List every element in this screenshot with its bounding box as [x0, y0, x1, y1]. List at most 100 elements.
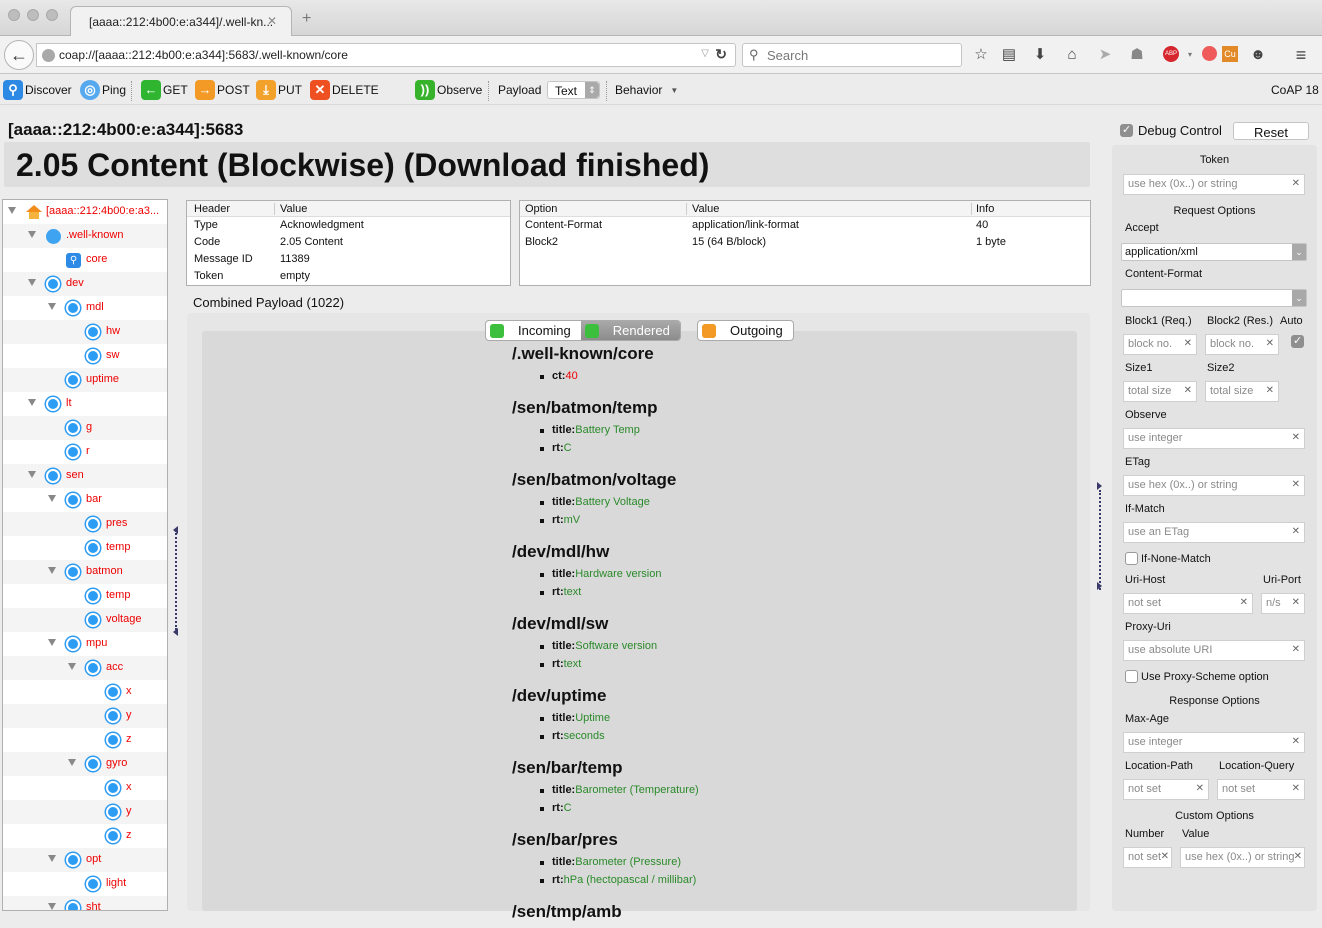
tree-item[interactable]: g — [3, 416, 167, 440]
tree-item[interactable]: lt — [3, 392, 167, 416]
minimize-window-button[interactable] — [27, 9, 39, 21]
block2-input[interactable]: block no. ✕ — [1205, 334, 1279, 355]
expand-triangle-icon[interactable] — [28, 231, 36, 238]
auto-checkbox[interactable] — [1291, 334, 1304, 348]
maximize-window-button[interactable] — [46, 9, 58, 21]
reading-list-icon[interactable]: ▤ — [1000, 46, 1018, 64]
new-tab-button[interactable]: + — [302, 10, 311, 28]
location-path-input[interactable]: not set ✕ — [1123, 779, 1209, 800]
tree-item[interactable]: sw — [3, 344, 167, 368]
tree-item[interactable]: ⚲ core — [3, 248, 167, 272]
tree-item[interactable]: uptime — [3, 368, 167, 392]
collapse-right-icon[interactable] — [1097, 582, 1102, 590]
expand-triangle-icon[interactable] — [68, 759, 76, 766]
search-input[interactable]: ⚲ Search — [742, 43, 962, 67]
observe-button[interactable]: )) Observe — [415, 79, 482, 101]
tree-item[interactable]: [aaaa::212:4b00:e:a3... — [3, 200, 167, 224]
debug-splitter-handle[interactable] — [1097, 482, 1103, 602]
observe-input[interactable]: use integer ✕ — [1123, 428, 1305, 449]
delete-button[interactable]: ✕ DELETE — [310, 79, 379, 101]
download-icon[interactable]: ⬇ — [1031, 46, 1049, 64]
bookmark-star-icon[interactable]: ☆ — [972, 46, 990, 64]
tree-item[interactable]: bar — [3, 488, 167, 512]
expand-triangle-icon[interactable] — [48, 855, 56, 862]
tree-item[interactable]: sht — [3, 896, 167, 910]
payload-format-select[interactable]: Text ⇕ — [547, 81, 600, 99]
tree-item[interactable]: r — [3, 440, 167, 464]
ping-button[interactable]: ◎ Ping — [80, 79, 126, 101]
tab-outgoing[interactable]: Outgoing — [698, 321, 793, 340]
expand-triangle-icon[interactable] — [28, 399, 36, 406]
tree-item[interactable]: opt — [3, 848, 167, 872]
token-input[interactable]: use hex (0x..) or string ✕ — [1123, 174, 1305, 195]
tree-item[interactable]: hw — [3, 320, 167, 344]
send-icon[interactable]: ➤ — [1096, 46, 1114, 64]
tree-item[interactable]: z — [3, 728, 167, 752]
clear-icon[interactable]: ✕ — [1293, 851, 1302, 862]
tree-item[interactable]: pres — [3, 512, 167, 536]
clear-icon[interactable]: ✕ — [1292, 644, 1300, 655]
custom-value-input[interactable]: use hex (0x..) or string ✕ — [1180, 847, 1305, 868]
tree-item[interactable]: temp — [3, 536, 167, 560]
expand-triangle-icon[interactable] — [48, 903, 56, 910]
url-bar[interactable]: coap://[aaaa::212:4b00:e:a344]:5683/.wel… — [36, 43, 736, 67]
put-button[interactable]: ⤓ PUT — [256, 79, 302, 101]
if-match-input[interactable]: use an ETag ✕ — [1123, 522, 1305, 543]
etag-input[interactable]: use hex (0x..) or string ✕ — [1123, 475, 1305, 496]
debug-control-checkbox[interactable] — [1120, 123, 1133, 137]
tree-item[interactable]: x — [3, 776, 167, 800]
if-none-match-checkbox[interactable] — [1125, 552, 1138, 565]
tree-item[interactable]: mdl — [3, 296, 167, 320]
post-button[interactable]: → POST — [195, 79, 250, 101]
clear-icon[interactable]: ✕ — [1184, 338, 1192, 349]
adblock-plus-icon[interactable]: ABP — [1163, 46, 1179, 62]
tree-item[interactable]: temp — [3, 584, 167, 608]
behavior-menu[interactable]: Behavior ▼ — [615, 79, 678, 101]
collapse-right-icon[interactable] — [1097, 482, 1102, 490]
close-tab-icon[interactable]: ✕ — [267, 14, 277, 28]
debug-control-toggle[interactable]: Debug Control — [1120, 123, 1222, 138]
expand-triangle-icon[interactable] — [68, 663, 76, 670]
extension-icon[interactable] — [1202, 46, 1217, 61]
tree-item[interactable]: x — [3, 680, 167, 704]
clear-icon[interactable]: ✕ — [1196, 783, 1204, 794]
collapse-left-icon[interactable] — [173, 628, 178, 636]
clear-icon[interactable]: ✕ — [1266, 338, 1274, 349]
home-icon[interactable]: ⌂ — [1063, 46, 1081, 64]
proxy-uri-input[interactable]: use absolute URI ✕ — [1123, 640, 1305, 661]
clear-icon[interactable]: ✕ — [1160, 851, 1169, 862]
tree-item[interactable]: gyro — [3, 752, 167, 776]
chat-icon[interactable]: ☻ — [1249, 46, 1267, 64]
menu-icon[interactable]: ≡ — [1292, 46, 1310, 64]
proxy-scheme-checkbox[interactable] — [1125, 670, 1138, 683]
size1-input[interactable]: total size ✕ — [1123, 381, 1197, 402]
size2-input[interactable]: total size ✕ — [1205, 381, 1279, 402]
tree-item[interactable]: voltage — [3, 608, 167, 632]
url-history-dropdown-icon[interactable]: ▽ — [701, 48, 709, 59]
clear-icon[interactable]: ✕ — [1266, 385, 1274, 396]
browser-tab[interactable]: [aaaa::212:4b00:e:a344]/.well-kn... ✕ — [70, 6, 292, 37]
max-age-input[interactable]: use integer ✕ — [1123, 732, 1305, 753]
expand-triangle-icon[interactable] — [8, 207, 16, 214]
tree-splitter-handle[interactable] — [173, 520, 179, 640]
expand-triangle-icon[interactable] — [28, 471, 36, 478]
clear-icon[interactable]: ✕ — [1240, 597, 1248, 608]
tree-item[interactable]: .well-known — [3, 224, 167, 248]
block1-input[interactable]: block no. ✕ — [1123, 334, 1197, 355]
discover-button[interactable]: ⚲ Discover — [3, 79, 72, 101]
expand-triangle-icon[interactable] — [48, 495, 56, 502]
tree-item[interactable]: light — [3, 872, 167, 896]
site-identity-icon[interactable] — [42, 49, 55, 62]
copper-icon[interactable]: Cu — [1222, 46, 1238, 62]
uri-port-input[interactable]: n/s ✕ — [1261, 593, 1305, 614]
expand-triangle-icon[interactable] — [28, 279, 36, 286]
clear-icon[interactable]: ✕ — [1292, 432, 1300, 443]
reload-icon[interactable]: ↻ — [715, 46, 727, 63]
back-button[interactable]: ← — [4, 40, 34, 70]
clear-icon[interactable]: ✕ — [1292, 597, 1300, 608]
clear-icon[interactable]: ✕ — [1292, 178, 1300, 189]
tab-incoming[interactable]: Incoming — [486, 321, 581, 340]
content-format-select[interactable]: ⌄ — [1121, 289, 1307, 307]
tree-item[interactable]: z — [3, 824, 167, 848]
expand-triangle-icon[interactable] — [48, 639, 56, 646]
